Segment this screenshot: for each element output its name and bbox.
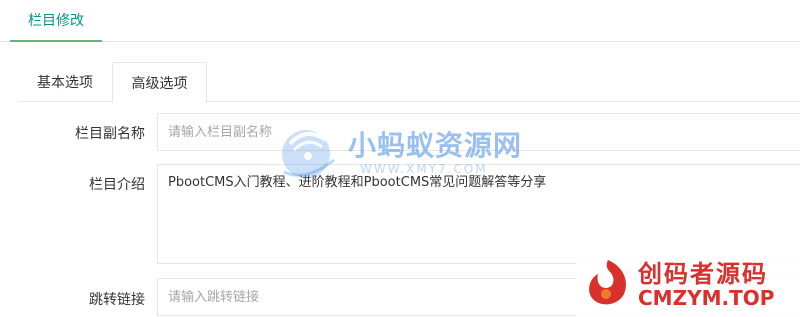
subname-label: 栏目副名称 [75, 126, 145, 142]
intro-row: 栏目介绍 PbootCMS入门教程、进阶教程和PbootCMS常见问题解答等分享 [0, 164, 800, 264]
intro-label: 栏目介绍 [89, 177, 145, 193]
link-label: 跳转链接 [89, 292, 145, 308]
link-row: 跳转链接 [0, 278, 800, 316]
tab-advanced-options[interactable]: 高级选项 [112, 62, 207, 103]
page-header: 栏目修改 [0, 0, 800, 42]
tab-column-edit[interactable]: 栏目修改 [10, 0, 102, 42]
options-tabs: 基本选项 高级选项 [18, 62, 800, 103]
intro-textarea[interactable]: PbootCMS入门教程、进阶教程和PbootCMS常见问题解答等分享 [157, 164, 800, 264]
tab-basic-options[interactable]: 基本选项 [18, 62, 112, 102]
subname-input[interactable] [157, 113, 800, 151]
link-input[interactable] [157, 278, 800, 316]
page: 栏目修改 基本选项 高级选项 栏目副名称 栏目介绍 PbootCMS入门教程、进… [0, 0, 800, 317]
subname-row: 栏目副名称 [0, 113, 800, 151]
